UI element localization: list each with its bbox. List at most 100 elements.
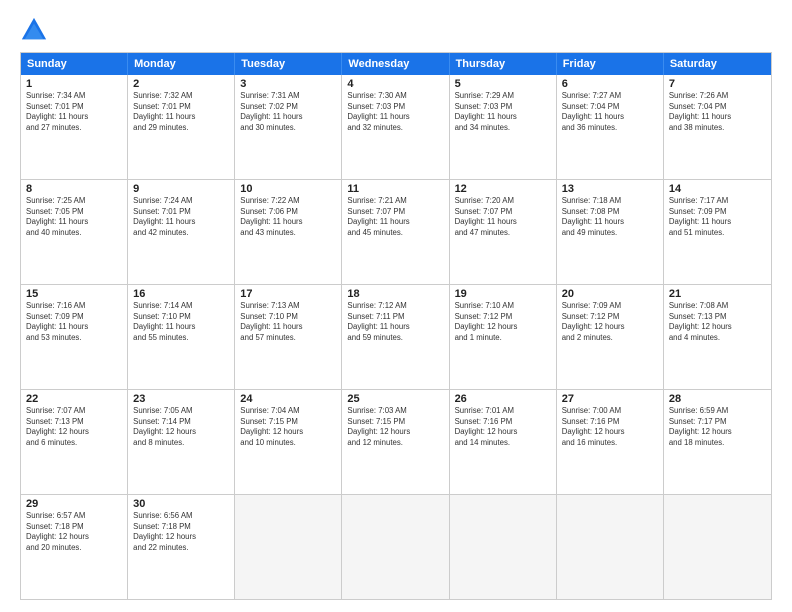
- calendar-cell-4-1: 22Sunrise: 7:07 AMSunset: 7:13 PMDayligh…: [21, 390, 128, 494]
- day-number: 10: [240, 183, 336, 195]
- cell-details: Sunrise: 7:16 AMSunset: 7:09 PMDaylight:…: [26, 301, 122, 343]
- day-number: 15: [26, 288, 122, 300]
- day-number: 2: [133, 78, 229, 90]
- day-number: 11: [347, 183, 443, 195]
- day-number: 21: [669, 288, 766, 300]
- calendar: SundayMondayTuesdayWednesdayThursdayFrid…: [20, 52, 772, 600]
- calendar-header: SundayMondayTuesdayWednesdayThursdayFrid…: [21, 53, 771, 75]
- cell-details: Sunrise: 7:20 AMSunset: 7:07 PMDaylight:…: [455, 196, 551, 238]
- cell-details: Sunrise: 6:57 AMSunset: 7:18 PMDaylight:…: [26, 511, 122, 553]
- calendar-cell-2-2: 9Sunrise: 7:24 AMSunset: 7:01 PMDaylight…: [128, 180, 235, 284]
- header-day-tuesday: Tuesday: [235, 53, 342, 75]
- cell-details: Sunrise: 7:04 AMSunset: 7:15 PMDaylight:…: [240, 406, 336, 448]
- calendar-cell-1-7: 7Sunrise: 7:26 AMSunset: 7:04 PMDaylight…: [664, 75, 771, 179]
- day-number: 7: [669, 78, 766, 90]
- calendar-cell-4-3: 24Sunrise: 7:04 AMSunset: 7:15 PMDayligh…: [235, 390, 342, 494]
- calendar-cell-4-5: 26Sunrise: 7:01 AMSunset: 7:16 PMDayligh…: [450, 390, 557, 494]
- day-number: 23: [133, 393, 229, 405]
- calendar-cell-3-1: 15Sunrise: 7:16 AMSunset: 7:09 PMDayligh…: [21, 285, 128, 389]
- cell-details: Sunrise: 7:00 AMSunset: 7:16 PMDaylight:…: [562, 406, 658, 448]
- cell-details: Sunrise: 7:24 AMSunset: 7:01 PMDaylight:…: [133, 196, 229, 238]
- calendar-cell-1-1: 1Sunrise: 7:34 AMSunset: 7:01 PMDaylight…: [21, 75, 128, 179]
- calendar-row-1: 1Sunrise: 7:34 AMSunset: 7:01 PMDaylight…: [21, 75, 771, 179]
- cell-details: Sunrise: 7:07 AMSunset: 7:13 PMDaylight:…: [26, 406, 122, 448]
- cell-details: Sunrise: 7:26 AMSunset: 7:04 PMDaylight:…: [669, 91, 766, 133]
- calendar-cell-1-4: 4Sunrise: 7:30 AMSunset: 7:03 PMDaylight…: [342, 75, 449, 179]
- calendar-cell-5-2: 30Sunrise: 6:56 AMSunset: 7:18 PMDayligh…: [128, 495, 235, 599]
- day-number: 18: [347, 288, 443, 300]
- cell-details: Sunrise: 7:30 AMSunset: 7:03 PMDaylight:…: [347, 91, 443, 133]
- calendar-cell-2-4: 11Sunrise: 7:21 AMSunset: 7:07 PMDayligh…: [342, 180, 449, 284]
- cell-details: Sunrise: 7:32 AMSunset: 7:01 PMDaylight:…: [133, 91, 229, 133]
- calendar-cell-1-6: 6Sunrise: 7:27 AMSunset: 7:04 PMDaylight…: [557, 75, 664, 179]
- calendar-row-3: 15Sunrise: 7:16 AMSunset: 7:09 PMDayligh…: [21, 284, 771, 389]
- calendar-cell-5-7: [664, 495, 771, 599]
- cell-details: Sunrise: 7:08 AMSunset: 7:13 PMDaylight:…: [669, 301, 766, 343]
- cell-details: Sunrise: 7:22 AMSunset: 7:06 PMDaylight:…: [240, 196, 336, 238]
- calendar-row-2: 8Sunrise: 7:25 AMSunset: 7:05 PMDaylight…: [21, 179, 771, 284]
- cell-details: Sunrise: 7:01 AMSunset: 7:16 PMDaylight:…: [455, 406, 551, 448]
- header-day-sunday: Sunday: [21, 53, 128, 75]
- cell-details: Sunrise: 7:09 AMSunset: 7:12 PMDaylight:…: [562, 301, 658, 343]
- calendar-cell-1-3: 3Sunrise: 7:31 AMSunset: 7:02 PMDaylight…: [235, 75, 342, 179]
- calendar-cell-4-4: 25Sunrise: 7:03 AMSunset: 7:15 PMDayligh…: [342, 390, 449, 494]
- day-number: 9: [133, 183, 229, 195]
- cell-details: Sunrise: 7:05 AMSunset: 7:14 PMDaylight:…: [133, 406, 229, 448]
- cell-details: Sunrise: 7:31 AMSunset: 7:02 PMDaylight:…: [240, 91, 336, 133]
- calendar-row-5: 29Sunrise: 6:57 AMSunset: 7:18 PMDayligh…: [21, 494, 771, 599]
- header-day-thursday: Thursday: [450, 53, 557, 75]
- calendar-cell-3-3: 17Sunrise: 7:13 AMSunset: 7:10 PMDayligh…: [235, 285, 342, 389]
- calendar-cell-5-5: [450, 495, 557, 599]
- cell-details: Sunrise: 6:59 AMSunset: 7:17 PMDaylight:…: [669, 406, 766, 448]
- day-number: 3: [240, 78, 336, 90]
- day-number: 4: [347, 78, 443, 90]
- day-number: 8: [26, 183, 122, 195]
- cell-details: Sunrise: 7:12 AMSunset: 7:11 PMDaylight:…: [347, 301, 443, 343]
- page: SundayMondayTuesdayWednesdayThursdayFrid…: [0, 0, 792, 612]
- calendar-cell-1-2: 2Sunrise: 7:32 AMSunset: 7:01 PMDaylight…: [128, 75, 235, 179]
- cell-details: Sunrise: 7:18 AMSunset: 7:08 PMDaylight:…: [562, 196, 658, 238]
- day-number: 30: [133, 498, 229, 510]
- day-number: 25: [347, 393, 443, 405]
- calendar-cell-2-3: 10Sunrise: 7:22 AMSunset: 7:06 PMDayligh…: [235, 180, 342, 284]
- logo-icon: [20, 16, 48, 44]
- day-number: 26: [455, 393, 551, 405]
- calendar-cell-1-5: 5Sunrise: 7:29 AMSunset: 7:03 PMDaylight…: [450, 75, 557, 179]
- logo: [20, 16, 52, 44]
- cell-details: Sunrise: 7:29 AMSunset: 7:03 PMDaylight:…: [455, 91, 551, 133]
- calendar-cell-5-3: [235, 495, 342, 599]
- calendar-cell-3-6: 20Sunrise: 7:09 AMSunset: 7:12 PMDayligh…: [557, 285, 664, 389]
- calendar-cell-2-1: 8Sunrise: 7:25 AMSunset: 7:05 PMDaylight…: [21, 180, 128, 284]
- day-number: 22: [26, 393, 122, 405]
- header-day-monday: Monday: [128, 53, 235, 75]
- cell-details: Sunrise: 7:10 AMSunset: 7:12 PMDaylight:…: [455, 301, 551, 343]
- cell-details: Sunrise: 7:25 AMSunset: 7:05 PMDaylight:…: [26, 196, 122, 238]
- day-number: 6: [562, 78, 658, 90]
- calendar-body: 1Sunrise: 7:34 AMSunset: 7:01 PMDaylight…: [21, 75, 771, 599]
- calendar-cell-3-4: 18Sunrise: 7:12 AMSunset: 7:11 PMDayligh…: [342, 285, 449, 389]
- calendar-cell-2-6: 13Sunrise: 7:18 AMSunset: 7:08 PMDayligh…: [557, 180, 664, 284]
- calendar-cell-3-5: 19Sunrise: 7:10 AMSunset: 7:12 PMDayligh…: [450, 285, 557, 389]
- calendar-cell-3-7: 21Sunrise: 7:08 AMSunset: 7:13 PMDayligh…: [664, 285, 771, 389]
- day-number: 19: [455, 288, 551, 300]
- calendar-cell-5-6: [557, 495, 664, 599]
- day-number: 24: [240, 393, 336, 405]
- cell-details: Sunrise: 7:03 AMSunset: 7:15 PMDaylight:…: [347, 406, 443, 448]
- cell-details: Sunrise: 7:27 AMSunset: 7:04 PMDaylight:…: [562, 91, 658, 133]
- day-number: 13: [562, 183, 658, 195]
- calendar-cell-3-2: 16Sunrise: 7:14 AMSunset: 7:10 PMDayligh…: [128, 285, 235, 389]
- calendar-cell-4-6: 27Sunrise: 7:00 AMSunset: 7:16 PMDayligh…: [557, 390, 664, 494]
- cell-details: Sunrise: 6:56 AMSunset: 7:18 PMDaylight:…: [133, 511, 229, 553]
- day-number: 28: [669, 393, 766, 405]
- calendar-cell-4-7: 28Sunrise: 6:59 AMSunset: 7:17 PMDayligh…: [664, 390, 771, 494]
- day-number: 20: [562, 288, 658, 300]
- day-number: 29: [26, 498, 122, 510]
- cell-details: Sunrise: 7:21 AMSunset: 7:07 PMDaylight:…: [347, 196, 443, 238]
- header-day-friday: Friday: [557, 53, 664, 75]
- calendar-cell-5-1: 29Sunrise: 6:57 AMSunset: 7:18 PMDayligh…: [21, 495, 128, 599]
- day-number: 27: [562, 393, 658, 405]
- calendar-cell-5-4: [342, 495, 449, 599]
- day-number: 17: [240, 288, 336, 300]
- header-day-saturday: Saturday: [664, 53, 771, 75]
- cell-details: Sunrise: 7:34 AMSunset: 7:01 PMDaylight:…: [26, 91, 122, 133]
